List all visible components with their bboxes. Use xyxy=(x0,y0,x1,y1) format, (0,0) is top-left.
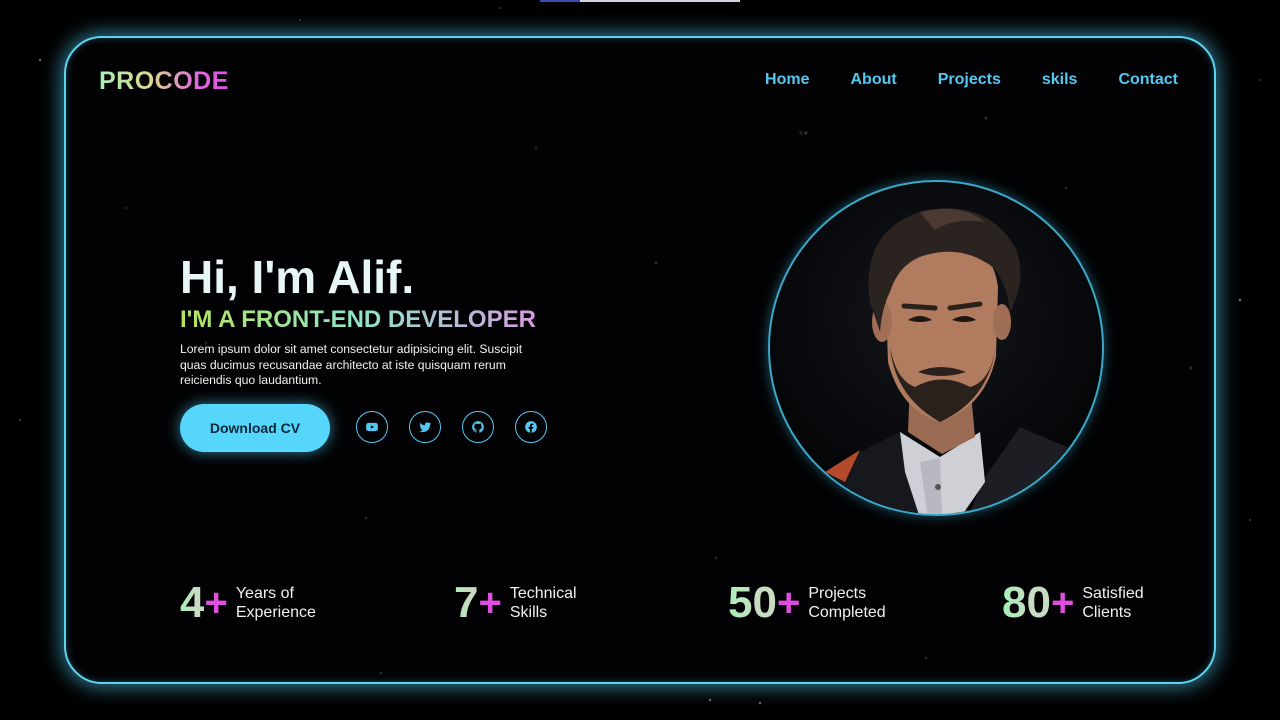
facebook-icon xyxy=(525,421,537,433)
stat-label-line: Projects xyxy=(808,585,867,602)
stat-label-line: Years of xyxy=(235,585,294,602)
stat-number: 80 xyxy=(1002,578,1051,627)
hero-title: Hi, I'm Alif. xyxy=(180,251,415,303)
main-nav: Home About Projects skils Contact xyxy=(765,71,1178,89)
stat-number: 4 xyxy=(180,578,205,627)
top-edge-bar xyxy=(540,0,740,2)
developer-portrait-illustration xyxy=(810,208,1102,514)
github-link[interactable] xyxy=(462,411,494,443)
stat-label-line: Completed xyxy=(808,604,886,621)
nav-skills[interactable]: skils xyxy=(1042,71,1078,89)
nav-projects[interactable]: Projects xyxy=(938,71,1001,89)
profile-avatar xyxy=(768,180,1104,516)
stat-clients: 80 + Satisfied Clients xyxy=(1002,578,1214,628)
stat-plus: + xyxy=(478,580,502,625)
stat-label-line: Experience xyxy=(235,604,316,621)
hero-description: Lorem ipsum dolor sit amet consectetur a… xyxy=(180,342,570,389)
stat-number: 7 xyxy=(454,578,479,627)
youtube-link[interactable] xyxy=(356,411,388,443)
stats-row: 4 + Years of Experience 7 + Technical Sk… xyxy=(180,578,1214,628)
stat-plus: + xyxy=(776,580,801,625)
stat-label: Projects Completed xyxy=(808,584,885,622)
stat-label: Years of Experience xyxy=(236,584,316,622)
stat-projects: 50 + Projects Completed xyxy=(728,578,1002,628)
social-links xyxy=(356,411,547,443)
github-icon xyxy=(472,421,484,433)
twitter-link[interactable] xyxy=(409,411,441,443)
brand-logo[interactable]: PROCODE xyxy=(99,67,229,96)
hero-subtitle: I'M A FRONT-END DEVELOPER xyxy=(180,306,536,333)
stat-label: Satisfied Clients xyxy=(1082,584,1143,622)
stat-number: 50 xyxy=(728,578,777,627)
stat-label-line: Clients xyxy=(1082,604,1132,621)
stat-label: Technical Skills xyxy=(510,584,577,622)
stat-label-line: Skills xyxy=(509,604,548,621)
nav-contact[interactable]: Contact xyxy=(1118,71,1178,89)
hero-description-line: Lorem ipsum dolor sit amet consectetur a… xyxy=(180,342,523,356)
download-cv-button[interactable]: Download CV xyxy=(180,404,330,452)
hero-description-line: reiciendis quo laudantium. xyxy=(180,373,322,387)
facebook-link[interactable] xyxy=(515,411,547,443)
stat-plus: + xyxy=(1050,580,1075,625)
stat-label-line: Technical xyxy=(509,585,577,602)
youtube-icon xyxy=(366,422,378,432)
twitter-icon xyxy=(419,422,432,433)
portfolio-card: PROCODE Home About Projects skils Contac… xyxy=(64,36,1216,684)
nav-home[interactable]: Home xyxy=(765,71,809,89)
stat-plus: + xyxy=(204,580,228,625)
stat-experience: 4 + Years of Experience xyxy=(180,578,454,628)
nav-about[interactable]: About xyxy=(851,71,897,89)
stat-skills: 7 + Technical Skills xyxy=(454,578,728,628)
stat-label-line: Satisfied xyxy=(1082,585,1144,602)
hero-description-line: quas ducimus recusandae architecto at is… xyxy=(180,357,506,372)
